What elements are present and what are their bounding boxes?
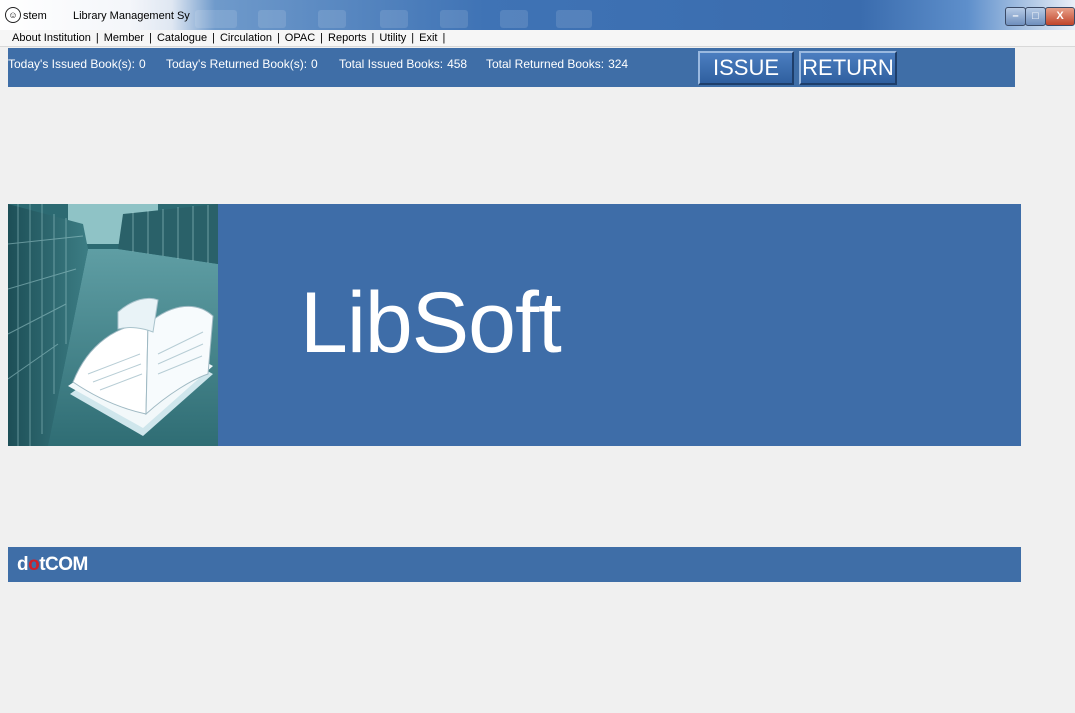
total-returned-stat: Total Returned Books: 324 xyxy=(486,57,628,71)
taskbar-decoration xyxy=(380,10,408,28)
issue-button[interactable]: ISSUE xyxy=(698,51,794,85)
app-icon[interactable]: ☺ xyxy=(5,7,21,23)
return-button[interactable]: RETURN xyxy=(799,51,897,85)
company-logo-accent: o xyxy=(28,554,40,575)
todays-returned-count: 0 xyxy=(311,57,318,71)
window-title-fragment: stem xyxy=(23,10,47,22)
brand-title: LibSoft xyxy=(300,275,562,371)
company-logo: dotCOM xyxy=(17,554,88,576)
taskbar-decoration xyxy=(500,10,528,28)
close-button[interactable]: X xyxy=(1045,7,1075,26)
title-bar[interactable]: ☺ stem Library Management Sy – □ X xyxy=(0,0,1075,30)
todays-returned-label: Today's Returned Book(s): xyxy=(166,57,308,71)
menu-reports[interactable]: Reports xyxy=(328,32,379,44)
total-returned-count: 324 xyxy=(608,57,629,71)
company-strip: dotCOM xyxy=(8,547,1021,582)
todays-returned-stat: Today's Returned Book(s): 0 xyxy=(166,57,318,71)
library-book-photo xyxy=(8,204,218,446)
taskbar-decoration xyxy=(318,10,346,28)
company-logo-part: d xyxy=(17,554,29,575)
todays-issued-label: Today's Issued Book(s): xyxy=(8,57,136,71)
todays-issued-stat: Today's Issued Book(s): 0 xyxy=(8,57,146,71)
menu-catalogue[interactable]: Catalogue xyxy=(157,32,220,44)
library-book-illustration xyxy=(8,204,218,446)
taskbar-decoration xyxy=(195,10,237,28)
total-issued-stat: Total Issued Books: 458 xyxy=(339,57,467,71)
company-logo-part: tCOM xyxy=(39,554,88,575)
menu-opac[interactable]: OPAC xyxy=(285,32,328,44)
circulation-status-bar: Today's Issued Book(s): 0 Today's Returne… xyxy=(8,48,1015,87)
todays-issued-count: 0 xyxy=(139,57,146,71)
taskbar-decoration xyxy=(258,10,286,28)
minimize-button[interactable]: – xyxy=(1005,7,1026,26)
menu-member[interactable]: Member xyxy=(104,32,157,44)
total-returned-label: Total Returned Books: xyxy=(486,57,605,71)
maximize-button[interactable]: □ xyxy=(1025,7,1046,26)
taskbar-decoration xyxy=(556,10,592,28)
menu-circulation[interactable]: Circulation xyxy=(220,32,285,44)
total-issued-label: Total Issued Books: xyxy=(339,57,444,71)
taskbar-decoration xyxy=(440,10,468,28)
menu-utility[interactable]: Utility xyxy=(379,32,419,44)
menu-exit[interactable]: Exit xyxy=(419,32,450,44)
total-issued-count: 458 xyxy=(447,57,468,71)
menu-about-institution[interactable]: About Institution xyxy=(12,32,104,44)
window-title: Library Management Sy xyxy=(73,10,190,22)
menu-bar: About Institution Member Catalogue Circu… xyxy=(0,30,1075,47)
libsoft-banner: LibSoft xyxy=(8,204,1021,446)
